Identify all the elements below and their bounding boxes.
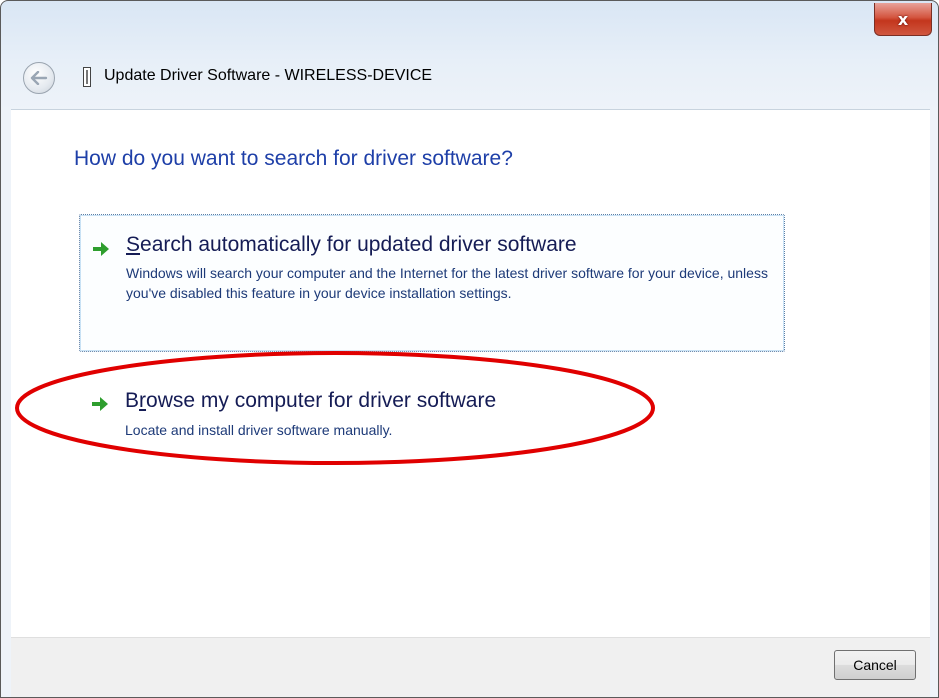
browse-title-rest: owse my computer for driver software xyxy=(146,389,497,412)
green-arrow-icon xyxy=(92,397,108,411)
dialog-footer: Cancel xyxy=(11,637,930,697)
green-arrow-icon xyxy=(93,242,109,256)
update-driver-dialog: x Update Driver Software - WIRELESS-DEVI… xyxy=(0,0,939,698)
browse-computer-option[interactable]: Browse my computer for driver software L… xyxy=(79,376,785,438)
back-arrow-icon xyxy=(30,71,48,85)
back-button[interactable] xyxy=(23,62,55,94)
title-bar: x Update Driver Software - WIRELESS-DEVI… xyxy=(1,1,938,109)
browse-title-accesskey: r xyxy=(139,389,147,412)
search-automatically-description: Windows will search your computer and th… xyxy=(126,265,768,301)
browse-computer-description: Locate and install driver software manua… xyxy=(125,422,393,438)
device-icon xyxy=(83,67,91,87)
search-automatically-option[interactable]: Search automatically for updated driver … xyxy=(79,214,785,352)
page-heading: How do you want to search for driver sof… xyxy=(74,147,513,170)
browse-computer-title[interactable]: Browse my computer for driver software xyxy=(125,389,496,413)
search-automatically-title[interactable]: Search automatically for updated driver … xyxy=(126,233,577,257)
close-button[interactable]: x xyxy=(874,3,932,36)
window-title: Update Driver Software - WIRELESS-DEVICE xyxy=(104,67,433,84)
browse-title-prefix: B xyxy=(125,389,140,412)
cancel-button[interactable]: Cancel xyxy=(834,650,916,680)
content-area: How do you want to search for driver sof… xyxy=(11,109,930,637)
